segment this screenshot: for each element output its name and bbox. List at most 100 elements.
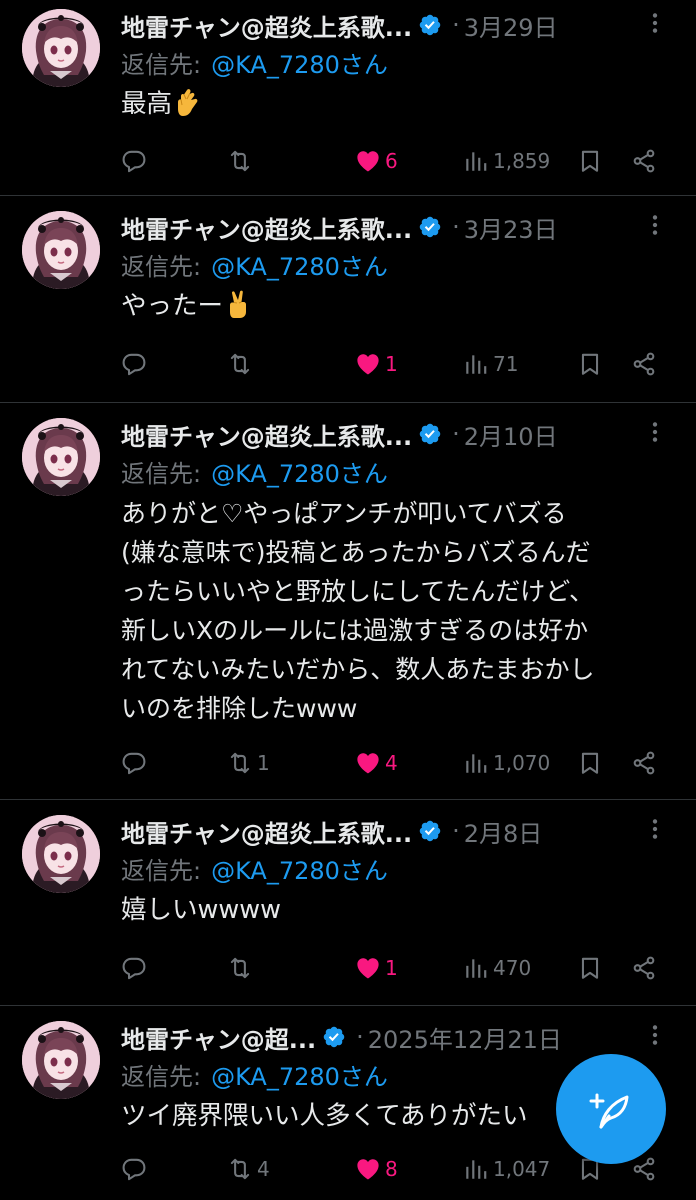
- views-count: 71: [493, 352, 519, 376]
- like-button[interactable]: 6: [355, 141, 398, 181]
- tweet-text: ありがと♡やっぱアンチが叩いてバズる (嫌な意味で)投稿とあったからバズるんだ …: [121, 499, 595, 723]
- heart-icon: [355, 148, 381, 174]
- like-button[interactable]: 8: [355, 1149, 398, 1189]
- share-button[interactable]: [631, 743, 657, 783]
- retweet-button[interactable]: 4: [227, 1149, 270, 1189]
- more-options-icon[interactable]: [642, 212, 668, 238]
- replying-to: 返信先: @KA_7280さん: [121, 1059, 388, 1095]
- more-options-icon[interactable]: [642, 816, 668, 842]
- like-button[interactable]: 1: [355, 344, 398, 384]
- tweet-text-content: 最高: [121, 89, 173, 119]
- tweet-date[interactable]: 2025年12月21日: [368, 1020, 562, 1055]
- compose-post-button[interactable]: [556, 1054, 666, 1164]
- reply-button[interactable]: [121, 344, 151, 384]
- reply-icon: [121, 148, 147, 174]
- bookmark-button[interactable]: [577, 948, 603, 988]
- display-name[interactable]: 地雷チャン@超...: [121, 1020, 316, 1055]
- verified-badge-icon: [418, 819, 442, 843]
- like-button[interactable]: 4: [355, 743, 398, 783]
- retweet-icon: [227, 148, 253, 174]
- display-name[interactable]: 地雷チャン@超炎上系歌...: [121, 210, 412, 245]
- heart-icon: [355, 1156, 381, 1182]
- retweet-icon: [227, 750, 253, 776]
- retweet-count: 1: [257, 751, 270, 775]
- bookmark-icon: [577, 955, 603, 981]
- tweet-date[interactable]: 3月29日: [464, 8, 558, 43]
- avatar[interactable]: [22, 815, 100, 893]
- reply-icon: [121, 955, 147, 981]
- reply-timeline: 地雷チャン@超炎上系歌... · 3月29日 返信先: @KA_7280さん 最高…: [0, 0, 696, 1200]
- retweet-icon: [227, 955, 253, 981]
- views-button[interactable]: 470: [463, 948, 531, 988]
- display-name[interactable]: 地雷チャン@超炎上系歌...: [121, 8, 412, 43]
- views-chart-icon: [463, 750, 489, 776]
- tweet-actions: 1 71: [121, 344, 676, 384]
- separator-dot: ·: [452, 817, 460, 845]
- views-count: 1,047: [493, 1157, 551, 1181]
- more-options-icon[interactable]: [642, 10, 668, 36]
- reply-handle-link[interactable]: @KA_7280さん: [211, 51, 388, 79]
- crossed-fingers-emoji-icon: [174, 87, 204, 117]
- reply-button[interactable]: [121, 743, 151, 783]
- views-count: 1,070: [493, 751, 551, 775]
- reply-button[interactable]: [121, 141, 151, 181]
- retweet-button[interactable]: 1: [227, 743, 270, 783]
- display-name[interactable]: 地雷チャン@超炎上系歌...: [121, 417, 412, 452]
- avatar[interactable]: [22, 1021, 100, 1099]
- replying-to: 返信先: @KA_7280さん: [121, 47, 388, 83]
- display-name[interactable]: 地雷チャン@超炎上系歌...: [121, 814, 412, 849]
- bookmark-button[interactable]: [577, 344, 603, 384]
- share-icon: [631, 148, 657, 174]
- tweet-text: 最高: [121, 85, 676, 124]
- tweet-date[interactable]: 2月10日: [464, 417, 558, 452]
- tweet-text: やったー: [121, 287, 676, 326]
- views-button[interactable]: 1,070: [463, 743, 550, 783]
- views-button[interactable]: 1,859: [463, 141, 550, 181]
- tweet-item[interactable]: 地雷チャン@超炎上系歌... · 2月8日 返信先: @KA_7280さん 嬉しい…: [0, 800, 696, 1006]
- tweet-actions: 1 4 1,070: [121, 743, 676, 783]
- more-options-icon[interactable]: [642, 1022, 668, 1048]
- share-button[interactable]: [631, 948, 657, 988]
- share-icon: [631, 1156, 657, 1182]
- reply-icon: [121, 1156, 147, 1182]
- bookmark-button[interactable]: [577, 141, 603, 181]
- retweet-button[interactable]: [227, 948, 257, 988]
- heart-icon: [355, 955, 381, 981]
- more-options-icon[interactable]: [642, 419, 668, 445]
- separator-dot: ·: [356, 1023, 364, 1051]
- reply-handle-link[interactable]: @KA_7280さん: [211, 857, 388, 885]
- views-button[interactable]: 71: [463, 344, 518, 384]
- like-button[interactable]: 1: [355, 948, 398, 988]
- share-icon: [631, 955, 657, 981]
- reply-button[interactable]: [121, 1149, 151, 1189]
- share-button[interactable]: [631, 344, 657, 384]
- retweet-button[interactable]: [227, 344, 257, 384]
- retweet-button[interactable]: [227, 141, 257, 181]
- share-icon: [631, 351, 657, 377]
- reply-prefix: 返信先:: [121, 253, 202, 281]
- bookmark-button[interactable]: [577, 743, 603, 783]
- reply-handle-link[interactable]: @KA_7280さん: [211, 1063, 388, 1091]
- tweet-item[interactable]: 地雷チャン@超炎上系歌... · 2月10日 返信先: @KA_7280さん あり…: [0, 403, 696, 800]
- replying-to: 返信先: @KA_7280さん: [121, 853, 388, 889]
- reply-handle-link[interactable]: @KA_7280さん: [211, 253, 388, 281]
- heart-icon: [355, 351, 381, 377]
- views-chart-icon: [463, 1156, 489, 1182]
- tweet-date[interactable]: 3月23日: [464, 210, 558, 245]
- views-chart-icon: [463, 955, 489, 981]
- avatar[interactable]: [22, 418, 100, 496]
- reply-handle-link[interactable]: @KA_7280さん: [211, 460, 388, 488]
- avatar[interactable]: [22, 9, 100, 87]
- tweet-text: 嬉しいwwww: [121, 895, 281, 925]
- verified-badge-icon: [418, 215, 442, 239]
- tweet-item[interactable]: 地雷チャン@超炎上系歌... · 3月29日 返信先: @KA_7280さん 最高…: [0, 0, 696, 196]
- like-count: 4: [385, 751, 398, 775]
- tweet-date[interactable]: 2月8日: [464, 814, 543, 849]
- avatar[interactable]: [22, 211, 100, 289]
- reply-button[interactable]: [121, 948, 151, 988]
- views-button[interactable]: 1,047: [463, 1149, 550, 1189]
- tweet-item[interactable]: 地雷チャン@超炎上系歌... · 3月23日 返信先: @KA_7280さん やっ…: [0, 196, 696, 403]
- replying-to: 返信先: @KA_7280さん: [121, 249, 388, 285]
- tweet-header: 地雷チャン@超... · 2025年12月21日: [121, 1017, 676, 1057]
- share-button[interactable]: [631, 141, 657, 181]
